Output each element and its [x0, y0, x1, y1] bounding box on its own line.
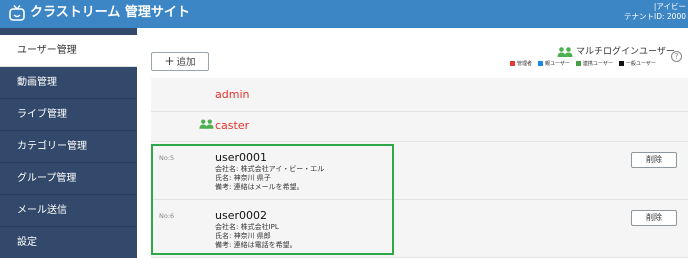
legend-swatch — [510, 61, 515, 66]
logo-icon — [9, 5, 25, 21]
delete-button[interactable]: 削除 — [631, 210, 677, 226]
legend-item-admin: 管理者 — [510, 61, 532, 67]
add-user-button[interactable]: + 追加 — [151, 52, 209, 71]
legend-label: 一般ユーザー — [625, 61, 656, 67]
legend-item-parent: 親ユーザー — [538, 61, 570, 67]
list-item-caster[interactable]: caster — [151, 112, 688, 142]
multi-login-label: マルチログインユーザー — [576, 47, 675, 57]
legend-swatch — [618, 61, 624, 66]
sidebar-item-live[interactable]: ライブ管理 — [0, 99, 137, 131]
sidebar-item-videos[interactable]: 動画管理 — [0, 67, 137, 99]
legend-item-general: 一般ユーザー — [618, 61, 656, 67]
users-group-icon — [199, 119, 214, 129]
legend-swatch — [575, 61, 581, 66]
highlight-box — [151, 144, 394, 255]
legend-swatch — [538, 61, 544, 66]
help-icon[interactable]: ? — [671, 51, 682, 62]
role-legend: 管理者 親ユーザー 連携ユーザー 一般ユーザー — [510, 61, 656, 68]
sidebar: ユーザー管理 動画管理 ライブ管理 カテゴリー管理 グループ管理 メール送信 設… — [0, 28, 137, 258]
sidebar-item-groups[interactable]: グループ管理 — [0, 163, 137, 195]
users-group-icon — [557, 47, 573, 57]
add-button-label: 追加 — [176, 57, 196, 68]
app-title: クラストリーム 管理サイト — [30, 5, 190, 20]
sidebar-item-mail[interactable]: メール送信 — [0, 195, 137, 227]
legend-label: 親ユーザー — [545, 61, 570, 67]
legend-label: 連携ユーザー — [582, 61, 613, 67]
sidebar-item-users[interactable]: ユーザー管理 — [0, 35, 137, 67]
plus-icon: + — [164, 54, 175, 68]
app-header: クラストリーム 管理サイト |アイビー テナントID: 2000 — [0, 0, 688, 28]
list-item-admin[interactable]: admin — [151, 78, 688, 112]
legend-label: 管理者 — [517, 61, 533, 67]
legend-item-linked: 連携ユーザー — [575, 61, 613, 67]
account-info[interactable]: |アイビー テナントID: 2000 — [624, 2, 686, 22]
tenant-id: テナントID: 2000 — [624, 12, 686, 21]
user-name-caster[interactable]: caster — [215, 119, 249, 133]
delete-button[interactable]: 削除 — [631, 152, 677, 168]
user-name-admin[interactable]: admin — [215, 88, 249, 102]
sidebar-item-settings[interactable]: 設定 — [0, 227, 137, 258]
main-content: + 追加 マルチログインユーザー ? 管理者 親ユーザー 連携ユーザー 一般ユーザー a… — [137, 28, 688, 258]
sidebar-item-categories[interactable]: カテゴリー管理 — [0, 131, 137, 163]
user-name[interactable]: |アイビー — [624, 2, 686, 12]
